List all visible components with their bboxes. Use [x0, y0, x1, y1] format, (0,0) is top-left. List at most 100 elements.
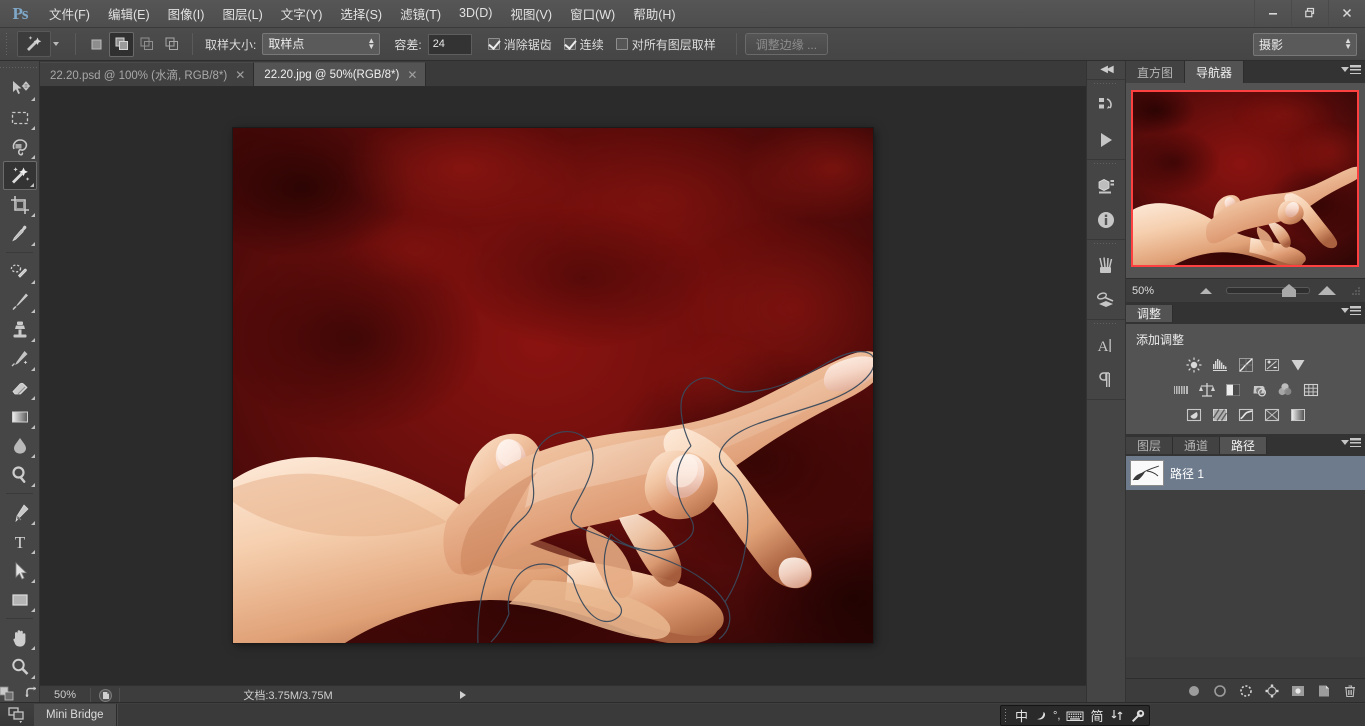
menu-type[interactable]: 文字(Y): [272, 0, 332, 29]
paragraph-panel-icon[interactable]: [1087, 363, 1125, 397]
menu-layer[interactable]: 图层(L): [213, 0, 271, 29]
ime-mode-chinese[interactable]: 中: [1015, 706, 1028, 725]
history-brush-tool[interactable]: [3, 344, 37, 373]
panel-menu-button[interactable]: [1341, 65, 1361, 74]
move-tool[interactable]: [3, 74, 37, 103]
stroke-path-button[interactable]: [1212, 683, 1227, 698]
workspace-select[interactable]: 摄影: [1253, 33, 1357, 56]
threshold-icon[interactable]: [1236, 405, 1256, 425]
tool-preset-chevron-down-icon[interactable]: [53, 42, 59, 46]
close-icon[interactable]: ✕: [407, 68, 417, 82]
status-zoom-level[interactable]: 50%: [40, 689, 90, 701]
rectangle-tool[interactable]: [3, 585, 37, 614]
ime-punctuation-toggle[interactable]: °,: [1053, 710, 1060, 722]
color-balance-icon[interactable]: [1197, 380, 1217, 400]
subtract-from-selection-button[interactable]: [134, 32, 159, 57]
curves-icon[interactable]: [1236, 355, 1256, 375]
new-selection-button[interactable]: [84, 32, 109, 57]
mini-bridge-tab[interactable]: Mini Bridge: [34, 703, 117, 726]
menu-window[interactable]: 窗口(W): [561, 0, 624, 29]
tab-paths[interactable]: 路径: [1220, 436, 1268, 454]
type-tool[interactable]: T: [3, 527, 37, 556]
image-canvas[interactable]: [233, 128, 873, 643]
intersect-with-selection-button[interactable]: [159, 32, 184, 57]
canvas-workspace[interactable]: [40, 87, 1086, 685]
3d-panel-icon[interactable]: [1087, 169, 1125, 203]
pen-tool[interactable]: [3, 498, 37, 527]
exposure-icon[interactable]: [1262, 355, 1282, 375]
add-mask-button[interactable]: [1290, 683, 1305, 698]
soft-keyboard-icon[interactable]: [1110, 709, 1124, 722]
dock-grip[interactable]: [1094, 320, 1118, 329]
anti-alias-checkbox[interactable]: 消除锯齿: [487, 36, 552, 53]
zoom-out-icon[interactable]: [1200, 287, 1212, 294]
ime-grip[interactable]: [1005, 708, 1009, 723]
wrench-icon[interactable]: [1130, 709, 1145, 723]
tab-histogram[interactable]: 直方图: [1126, 61, 1186, 83]
color-lookup-icon[interactable]: [1301, 380, 1321, 400]
tab-channels[interactable]: 通道: [1173, 436, 1221, 454]
gradient-tool[interactable]: [3, 402, 37, 431]
toolbar-grip[interactable]: [0, 64, 39, 74]
black-white-icon[interactable]: [1223, 380, 1243, 400]
tab-layers[interactable]: 图层: [1126, 436, 1174, 454]
menu-select[interactable]: 选择(S): [331, 0, 391, 29]
dock-grip[interactable]: [1094, 80, 1118, 89]
menu-image[interactable]: 图像(I): [159, 0, 214, 29]
tolerance-input[interactable]: [427, 33, 472, 55]
swap-colors-icon[interactable]: [24, 686, 40, 702]
spot-healing-brush-tool[interactable]: [3, 257, 37, 286]
navigator-view-box[interactable]: [1131, 90, 1359, 267]
panel-menu-button[interactable]: [1341, 306, 1361, 315]
brush-tool[interactable]: [3, 286, 37, 315]
posterize-icon[interactable]: [1210, 405, 1230, 425]
document-icon[interactable]: [91, 688, 119, 702]
navigator-zoom-slider[interactable]: [1182, 279, 1350, 303]
eyedropper-tool[interactable]: [3, 219, 37, 248]
list-item[interactable]: 路径 1: [1126, 456, 1365, 490]
brush-panel-icon[interactable]: [1087, 249, 1125, 283]
dock-grip[interactable]: [1094, 240, 1118, 249]
gradient-map-icon[interactable]: [1262, 405, 1282, 425]
brightness-contrast-icon[interactable]: [1184, 355, 1204, 375]
add-to-selection-button[interactable]: [109, 31, 134, 57]
moon-icon[interactable]: [1034, 709, 1047, 722]
delete-path-button[interactable]: [1342, 683, 1357, 698]
hue-saturation-icon[interactable]: [1171, 380, 1191, 400]
sample-size-select[interactable]: 取样点: [262, 33, 381, 55]
channel-mixer-icon[interactable]: [1275, 380, 1295, 400]
selective-color-icon[interactable]: [1288, 405, 1308, 425]
new-path-button[interactable]: [1316, 683, 1331, 698]
document-tab-jpg[interactable]: 22.20.jpg @ 50%(RGB/8*) ✕: [254, 62, 427, 86]
menu-help[interactable]: 帮助(H): [624, 0, 684, 29]
mini-bridge-launch-icon[interactable]: [0, 703, 34, 726]
menu-view[interactable]: 视图(V): [501, 0, 561, 29]
hand-tool[interactable]: [3, 623, 37, 652]
lasso-tool[interactable]: [3, 132, 37, 161]
photo-filter-icon[interactable]: [1249, 380, 1269, 400]
restore-button[interactable]: [1291, 0, 1328, 26]
navigator-body[interactable]: 50%: [1126, 83, 1365, 302]
magic-wand-tool[interactable]: [2, 161, 37, 190]
keyboard-icon[interactable]: [1066, 710, 1084, 722]
dodge-tool[interactable]: [3, 460, 37, 489]
clone-stamp-tool[interactable]: [3, 315, 37, 344]
tab-adjustments[interactable]: 调整: [1126, 304, 1174, 322]
levels-icon[interactable]: [1210, 355, 1230, 375]
zoom-tool[interactable]: [3, 652, 37, 681]
zoom-slider-track[interactable]: [1226, 287, 1310, 294]
status-expand-arrow-icon[interactable]: [460, 691, 466, 699]
character-panel-icon[interactable]: A: [1087, 329, 1125, 363]
tab-navigator[interactable]: 导航器: [1185, 61, 1245, 83]
contiguous-checkbox[interactable]: 连续: [563, 36, 604, 53]
refine-edge-button[interactable]: 调整边缘 ...: [744, 33, 829, 55]
zoom-in-icon[interactable]: [1318, 286, 1336, 295]
blur-tool[interactable]: [3, 431, 37, 460]
collapse-double-arrow-icon[interactable]: ◀◀: [1087, 61, 1125, 77]
zoom-slider-thumb[interactable]: [1282, 284, 1296, 297]
path-selection-tool[interactable]: [3, 556, 37, 585]
crop-tool[interactable]: [3, 190, 37, 219]
load-path-as-selection-button[interactable]: [1238, 683, 1253, 698]
menu-edit[interactable]: 编辑(E): [99, 0, 159, 29]
eraser-tool[interactable]: [3, 373, 37, 402]
